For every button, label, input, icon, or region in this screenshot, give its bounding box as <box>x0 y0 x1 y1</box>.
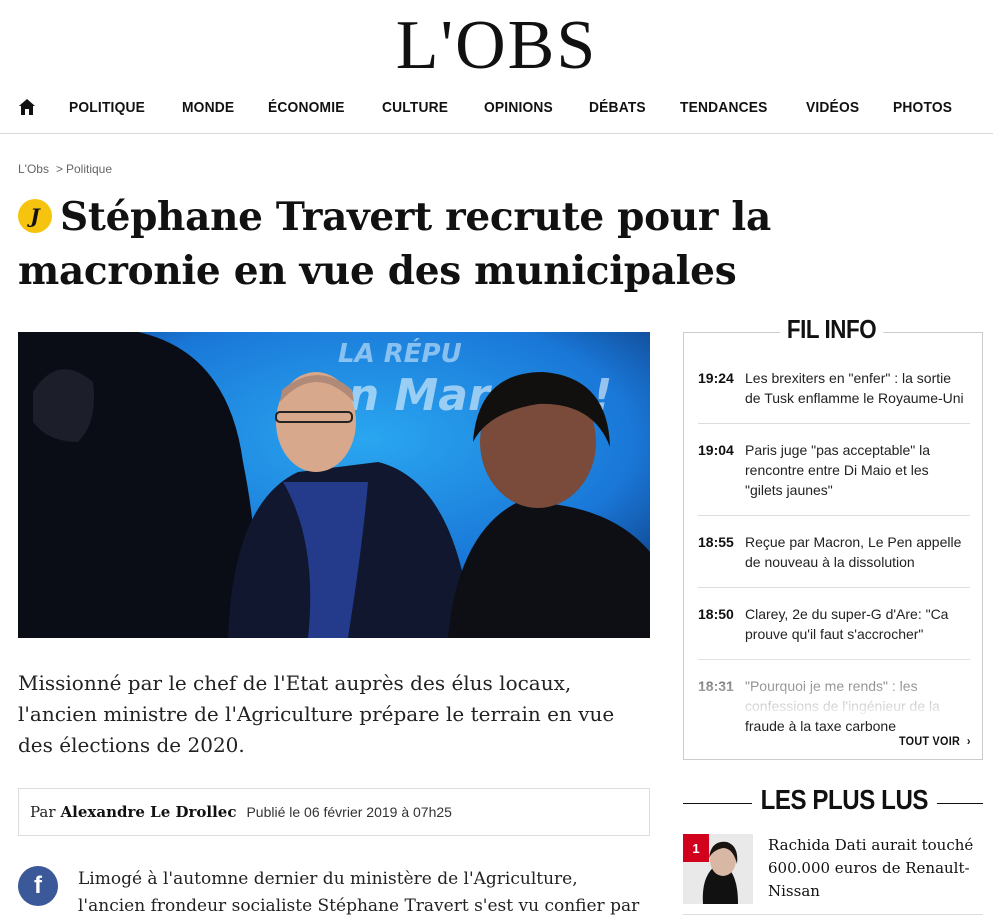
home-icon[interactable] <box>18 98 36 116</box>
fil-info-headline[interactable]: Reçue par Macron, Le Pen appelle de nouv… <box>745 532 970 572</box>
nav-item-debats[interactable]: DÉBATS <box>589 99 646 116</box>
fil-info-time: 19:04 <box>698 442 734 458</box>
breadcrumb-section[interactable]: Politique <box>66 162 112 176</box>
fil-info-headline[interactable]: Clarey, 2e du super-G d'Are: "Ca prouve … <box>745 604 970 644</box>
nav-item-monde[interactable]: MONDE <box>182 99 234 116</box>
article-lede: Missionné par le chef de l'Etat auprès d… <box>18 671 615 757</box>
author-link[interactable]: Alexandre Le Drollec <box>61 803 237 821</box>
breadcrumb-separator: > <box>55 162 63 176</box>
breadcrumb: L'Obs > Politique <box>18 162 112 176</box>
chevron-right-icon: › <box>966 734 971 748</box>
byline-prefix: Par <box>30 803 56 821</box>
plus-lus-divider <box>683 914 983 915</box>
fil-info-fade <box>684 650 982 714</box>
article-byline: Par Alexandre Le Drollec Publié le 06 fé… <box>18 788 650 836</box>
fil-info-title: FIL INFO <box>780 314 884 345</box>
nav-item-opinions[interactable]: OPINIONS <box>484 99 553 116</box>
fil-info-item[interactable]: 18:55 Reçue par Macron, Le Pen appelle d… <box>698 530 970 588</box>
fil-info-item[interactable]: 19:04 Paris juge "pas acceptable" la ren… <box>698 438 970 516</box>
nav-divider <box>0 133 993 134</box>
nav-item-economie[interactable]: ÉCONOMIE <box>268 99 345 116</box>
nav-item-politique[interactable]: POLITIQUE <box>69 99 145 116</box>
banner-text-top: LA RÉPU <box>338 337 462 369</box>
fil-info-headline[interactable]: Les brexiters en "enfer" : la sortie de … <box>745 368 970 408</box>
see-all-label[interactable]: TOUT VOIR <box>899 734 960 748</box>
fil-info-headline[interactable]: Paris juge "pas acceptable" la rencontre… <box>745 440 970 500</box>
fil-info-time: 18:50 <box>698 606 734 622</box>
see-all-link[interactable]: TOUT VOIR › <box>899 734 971 748</box>
breadcrumb-root[interactable]: L'Obs <box>18 162 49 176</box>
article-hero-image: LA RÉPU en Marche ! <box>18 332 650 638</box>
plus-lus-headline[interactable]: Rachida Dati aurait touché 600.000 euros… <box>768 834 983 903</box>
fil-info-time: 18:55 <box>698 534 734 550</box>
article-title: Stéphane Travert recrute pour la macroni… <box>18 194 771 294</box>
rank-badge: 1 <box>683 834 709 862</box>
fil-info-time: 19:24 <box>698 370 734 386</box>
facebook-icon[interactable]: f <box>18 866 58 906</box>
publish-date: Publié le 06 février 2019 à 07h25 <box>246 804 452 820</box>
nav-item-tendances[interactable]: TENDANCES <box>680 99 768 116</box>
fil-info-item[interactable]: 19:24 Les brexiters en "enfer" : la sort… <box>698 366 970 424</box>
main-nav: POLITIQUE MONDE ÉCONOMIE CULTURE OPINION… <box>18 94 988 120</box>
journal-badge-icon: J <box>18 199 52 233</box>
nav-item-culture[interactable]: CULTURE <box>382 99 448 116</box>
article-body: Limogé à l'automne dernier du ministère … <box>78 869 640 916</box>
nav-item-photos[interactable]: PHOTOS <box>893 99 952 116</box>
plus-lus-title: LES PLUS LUS <box>752 784 937 816</box>
badge-letter: J <box>30 204 40 228</box>
site-logo[interactable]: L'OBS <box>0 8 993 84</box>
nav-item-videos[interactable]: VIDÉOS <box>806 99 859 116</box>
